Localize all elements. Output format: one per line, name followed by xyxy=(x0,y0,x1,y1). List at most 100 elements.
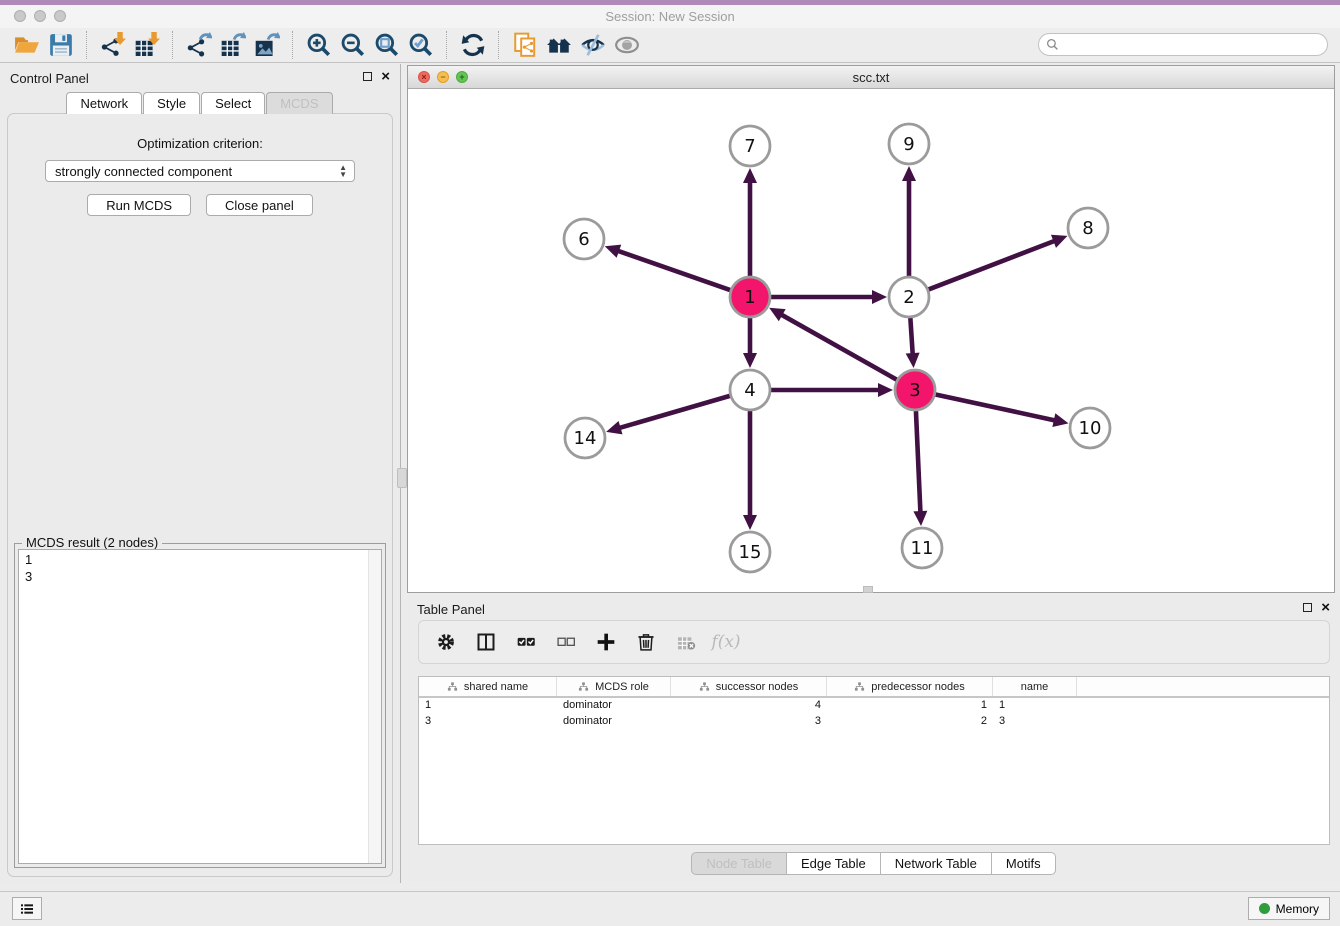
graph-node-14[interactable]: 14 xyxy=(565,418,605,458)
edge-arrowhead-icon xyxy=(1052,413,1068,427)
hide-details-button[interactable] xyxy=(576,30,610,60)
tab-network-table[interactable]: Network Table xyxy=(881,852,992,875)
column-header-predecessor-nodes[interactable]: predecessor nodes xyxy=(827,677,993,696)
network-canvas[interactable]: 1 2 3 4 6 7 8 9 10 11 14 15 xyxy=(408,88,1334,592)
graph-edge-3-11[interactable] xyxy=(916,411,921,513)
unselect-all-button[interactable] xyxy=(553,629,579,655)
function-builder-button: f(x) xyxy=(713,629,739,655)
table-row[interactable]: 1dominator411 xyxy=(419,698,1329,714)
network-window-titlebar[interactable]: × − + scc.txt xyxy=(408,66,1334,89)
tab-motifs[interactable]: Motifs xyxy=(992,852,1056,875)
graph-node-1[interactable]: 1 xyxy=(730,277,770,317)
search-box[interactable] xyxy=(1038,33,1328,56)
tab-network[interactable]: Network xyxy=(66,92,142,114)
search-input[interactable] xyxy=(1063,37,1327,53)
graph-edge-3-10[interactable] xyxy=(936,394,1056,420)
column-display-button[interactable] xyxy=(473,629,499,655)
float-panel-icon[interactable] xyxy=(363,72,372,81)
table-cell[interactable]: 1 xyxy=(827,698,993,714)
table-cell[interactable]: 4 xyxy=(671,698,827,714)
column-header-label: shared name xyxy=(464,681,528,693)
graph-node-4[interactable]: 4 xyxy=(730,370,770,410)
zoom-fit-button[interactable] xyxy=(370,30,404,60)
apply-layout-button[interactable] xyxy=(456,30,490,60)
select-all-button[interactable] xyxy=(513,629,539,655)
table-cell[interactable]: dominator xyxy=(557,714,671,730)
save-icon xyxy=(48,32,74,58)
view-splitter-handle[interactable] xyxy=(863,586,873,593)
memory-button[interactable]: Memory xyxy=(1248,897,1330,920)
graph-node-6[interactable]: 6 xyxy=(564,219,604,259)
graph-node-10[interactable]: 10 xyxy=(1070,408,1110,448)
panel-splitter-handle[interactable] xyxy=(397,468,407,488)
open-session-button[interactable] xyxy=(10,30,44,60)
graph-node-3[interactable]: 3 xyxy=(895,370,935,410)
column-header-name[interactable]: name xyxy=(993,677,1077,696)
network-overview-button[interactable] xyxy=(542,30,576,60)
graph-node-9[interactable]: 9 xyxy=(889,124,929,164)
column-header-successor-nodes[interactable]: successor nodes xyxy=(671,677,827,696)
tab-mcds[interactable]: MCDS xyxy=(266,92,332,114)
table-cell[interactable]: 2 xyxy=(827,714,993,730)
export-image-button[interactable] xyxy=(250,30,284,60)
column-header-label: predecessor nodes xyxy=(871,681,965,693)
tab-edge-table[interactable]: Edge Table xyxy=(787,852,881,875)
graph-node-11[interactable]: 11 xyxy=(902,528,942,568)
table-row[interactable]: 3dominator323 xyxy=(419,714,1329,730)
export-table-button[interactable] xyxy=(216,30,250,60)
gear-icon xyxy=(436,632,456,652)
graph-node-2[interactable]: 2 xyxy=(889,277,929,317)
float-table-panel-icon[interactable] xyxy=(1303,603,1312,612)
close-table-panel-icon[interactable]: × xyxy=(1321,602,1330,613)
table-cell[interactable]: 3 xyxy=(993,714,1077,730)
import-network-button[interactable] xyxy=(96,30,130,60)
zoom-fit-icon xyxy=(374,32,400,58)
zoom-in-button[interactable] xyxy=(302,30,336,60)
table-settings-button[interactable] xyxy=(433,629,459,655)
save-session-button[interactable] xyxy=(44,30,78,60)
graph-edge-1-6[interactable] xyxy=(617,251,730,291)
table-cell[interactable]: 3 xyxy=(419,714,557,730)
table-header-row: shared name MCDS rolesuccessor nodes prede… xyxy=(419,677,1329,698)
tab-node-table[interactable]: Node Table xyxy=(691,852,787,875)
result-scrollbar[interactable] xyxy=(368,550,381,863)
zoom-selected-icon xyxy=(408,32,434,58)
node-label: 3 xyxy=(909,380,920,401)
control-panel: Control Panel × NetworkStyleSelectMCDS O… xyxy=(0,64,401,883)
export-network-button[interactable] xyxy=(182,30,216,60)
main-titlebar: Session: New Session xyxy=(0,5,1340,28)
log-console-button[interactable] xyxy=(12,897,42,920)
graph-edge-2-8[interactable] xyxy=(929,241,1056,290)
graph-edge-4-14[interactable] xyxy=(619,396,730,428)
zoom-selected-button[interactable] xyxy=(404,30,438,60)
graph-node-8[interactable]: 8 xyxy=(1068,208,1108,248)
table-cell[interactable]: 3 xyxy=(671,714,827,730)
run-mcds-button[interactable]: Run MCDS xyxy=(87,194,191,216)
graph-node-7[interactable]: 7 xyxy=(730,126,770,166)
optimization-dropdown[interactable]: strongly connected component ▲▼ xyxy=(45,160,355,182)
graph-node-15[interactable]: 15 xyxy=(730,532,770,572)
table-cell[interactable]: dominator xyxy=(557,698,671,714)
column-header-mcds-role[interactable]: MCDS role xyxy=(557,677,671,696)
table-cell[interactable]: 1 xyxy=(419,698,557,714)
mcds-result-text[interactable]: 1 3 xyxy=(18,549,382,864)
eye-gray-icon xyxy=(614,32,640,58)
import-table-button[interactable] xyxy=(130,30,164,60)
graph-edge-2-3[interactable] xyxy=(910,318,912,355)
close-panel-icon[interactable]: × xyxy=(381,71,390,82)
create-column-button[interactable] xyxy=(593,629,619,655)
function-icon: f(x) xyxy=(711,632,740,652)
table-x-icon xyxy=(676,632,696,652)
tab-style[interactable]: Style xyxy=(143,92,200,114)
column-header-shared-name[interactable]: shared name xyxy=(419,677,557,696)
graph-edge-3-1[interactable] xyxy=(780,314,896,380)
close-panel-button[interactable]: Close panel xyxy=(206,194,313,216)
column-type-icon xyxy=(578,681,589,692)
table-cell[interactable]: 1 xyxy=(993,698,1077,714)
clone-network-button[interactable] xyxy=(508,30,542,60)
mcds-result-fieldset: MCDS result (2 nodes) 1 3 xyxy=(14,543,386,868)
zoom-out-button[interactable] xyxy=(336,30,370,60)
show-details-button[interactable] xyxy=(610,30,644,60)
tab-select[interactable]: Select xyxy=(201,92,265,114)
delete-column-button[interactable] xyxy=(633,629,659,655)
